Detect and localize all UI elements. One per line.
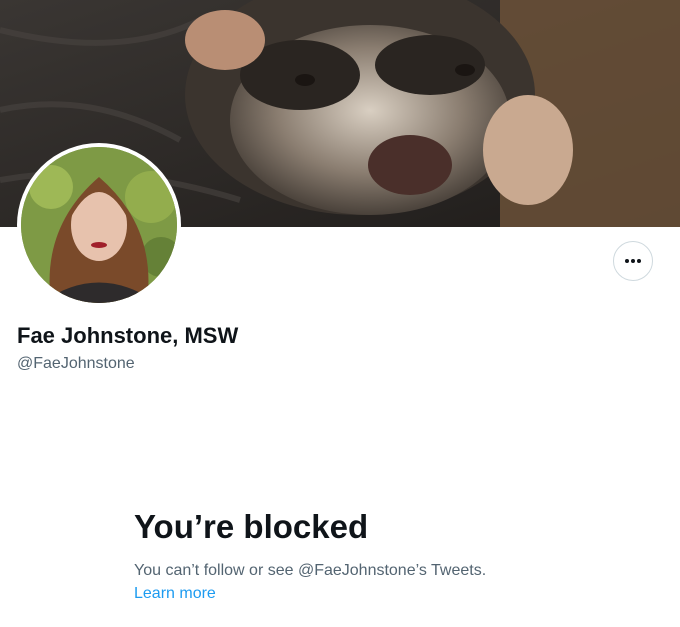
more-options-button[interactable] [613, 241, 653, 281]
blocked-notice: You’re blocked You can’t follow or see @… [134, 507, 486, 604]
display-name: Fae Johnstone, MSW [17, 323, 239, 348]
blocked-message: You can’t follow or see @FaeJohnstone’s … [134, 562, 487, 579]
learn-more-link[interactable]: Learn more [134, 584, 216, 604]
avatar-image [21, 147, 177, 303]
avatar[interactable] [17, 143, 181, 307]
blocked-title: You’re blocked [134, 508, 369, 545]
user-handle: @FaeJohnstone [17, 355, 135, 372]
ellipsis-icon [625, 259, 641, 263]
